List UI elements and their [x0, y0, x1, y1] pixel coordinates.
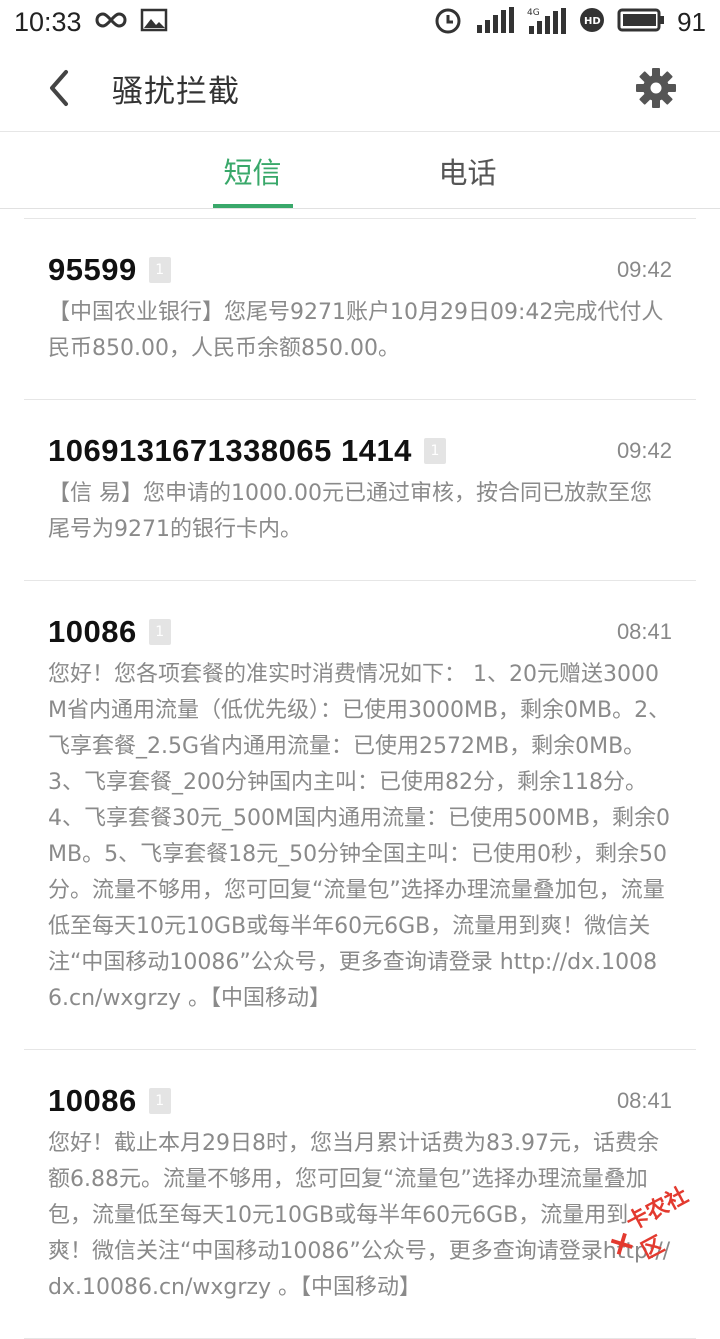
message-item[interactable]: 95599 1 09:42 【中国农业银行】您尾号9271账户10月29日09:… — [24, 219, 696, 400]
page-title: 骚扰拦截 — [112, 66, 240, 111]
infinity-icon — [94, 10, 128, 34]
message-body: 【信 易】您申请的1000.00元已通过审核，按合同已放款至您尾号为9271的银… — [48, 476, 672, 548]
status-right: 4G HD 91 — [433, 5, 706, 39]
sim-card-icon: 1 — [149, 257, 171, 283]
signal-4g-icon: 4G — [527, 6, 567, 38]
status-time: 10:33 — [14, 7, 82, 38]
sim-card-icon: 1 — [149, 1088, 171, 1114]
hd-icon: HD — [579, 7, 605, 37]
message-sender: 1069131671338065 1414 — [48, 433, 412, 469]
chevron-left-icon — [40, 68, 80, 108]
message-header: 10086 1 08:41 — [48, 615, 672, 649]
message-header: 1069131671338065 1414 1 09:42 — [48, 434, 672, 468]
message-time: 09:42 — [617, 257, 672, 283]
status-bar: 10:33 4G HD 91 — [0, 0, 720, 44]
tab-sms[interactable]: 短信 — [145, 133, 360, 208]
tab-spacer — [0, 133, 145, 208]
battery-level: 91 — [677, 7, 706, 38]
message-header: 10086 1 08:41 — [48, 1084, 672, 1118]
sim-card-icon: 1 — [424, 438, 446, 464]
message-item[interactable]: 10086 1 08:41 您好！您各项套餐的准实时消费情况如下： 1、20元赠… — [24, 581, 696, 1050]
alarm-icon — [433, 5, 463, 39]
message-sender: 10086 — [48, 614, 137, 650]
message-time: 08:41 — [617, 619, 672, 645]
message-item[interactable]: 1069131671338065 1414 1 09:42 【信 易】您申请的1… — [24, 400, 696, 581]
sim-card-icon: 1 — [149, 619, 171, 645]
message-body: 您好！您各项套餐的准实时消费情况如下： 1、20元赠送3000M省内通用流量（低… — [48, 657, 672, 1017]
app-bar: 骚扰拦截 — [0, 44, 720, 132]
message-header: 95599 1 09:42 — [48, 253, 672, 287]
message-list: 95599 1 09:42 【中国农业银行】您尾号9271账户10月29日09:… — [0, 219, 720, 1339]
tab-spacer — [575, 133, 720, 208]
back-button[interactable] — [40, 68, 80, 108]
svg-text:4G: 4G — [527, 8, 540, 18]
image-icon — [140, 8, 168, 36]
signal-icon — [475, 7, 515, 37]
tab-calls[interactable]: 电话 — [360, 133, 575, 208]
message-sender: 10086 — [48, 1083, 137, 1119]
gear-icon — [634, 66, 678, 110]
status-left: 10:33 — [14, 7, 168, 38]
message-body: 您好！截止本月29日8时，您当月累计话费为83.97元，话费余额6.88元。流量… — [48, 1126, 672, 1306]
tab-bar: 短信 电话 — [0, 133, 720, 209]
message-sender: 95599 — [48, 252, 137, 288]
message-time: 08:41 — [617, 1088, 672, 1114]
message-body: 【中国农业银行】您尾号9271账户10月29日09:42完成代付人民币850.0… — [48, 295, 672, 367]
settings-button[interactable] — [634, 66, 678, 110]
message-time: 09:42 — [617, 438, 672, 464]
message-item[interactable]: 10086 1 08:41 您好！截止本月29日8时，您当月累计话费为83.97… — [24, 1050, 696, 1339]
battery-icon — [617, 8, 665, 36]
svg-text:HD: HD — [584, 16, 601, 27]
